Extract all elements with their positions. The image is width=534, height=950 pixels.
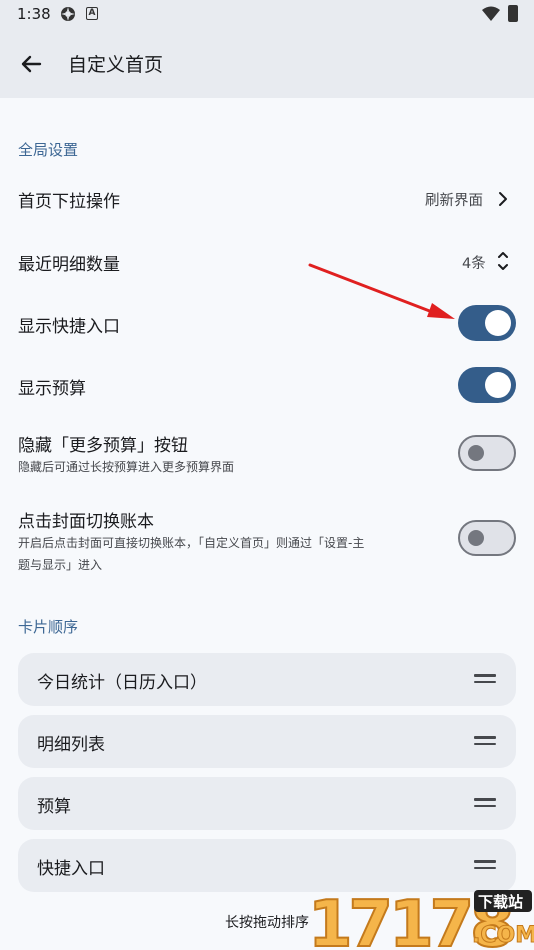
- cover-switch-label: 点击封面切换账本: [18, 512, 154, 532]
- cover-switch-toggle[interactable]: [458, 520, 516, 556]
- svg-text:下载站: 下载站: [478, 893, 523, 911]
- status-time: 1:38: [17, 5, 51, 23]
- cover-switch-sub-2: 题与显示」进入: [18, 558, 103, 572]
- card-label: 今日统计（日历入口）: [37, 673, 207, 693]
- toggle-knob: [485, 310, 511, 336]
- card-budget[interactable]: 预算: [18, 777, 516, 830]
- app-a-icon: A: [86, 7, 98, 20]
- cover-switch-sub-1: 开启后点击封面可直接切换账本，「自定义首页」则通过「设置-主: [18, 536, 365, 550]
- toggle-knob: [468, 445, 484, 461]
- chevron-right-icon: [499, 192, 507, 206]
- pull-down-value: 刷新界面: [425, 193, 483, 209]
- hide-more-budget-sub: 隐藏后可通过长按预算进入更多预算界面: [18, 460, 235, 474]
- hide-more-budget-toggle[interactable]: [458, 435, 516, 471]
- drag-handle-icon[interactable]: [474, 736, 496, 746]
- recent-count-label: 最近明细数量: [18, 255, 120, 275]
- drag-handle-icon[interactable]: [474, 798, 496, 808]
- hide-more-budget-label: 隐藏「更多预算」按钮: [18, 436, 188, 456]
- show-shortcut-toggle[interactable]: [458, 305, 516, 341]
- drag-handle-icon[interactable]: [474, 674, 496, 684]
- wifi-icon: [482, 6, 500, 21]
- arrow-left-icon[interactable]: [14, 47, 48, 81]
- section-header-global: 全局设置: [18, 141, 79, 159]
- show-budget-label: 显示预算: [18, 379, 86, 399]
- section-header-card-order: 卡片顺序: [18, 618, 79, 636]
- show-budget-toggle[interactable]: [458, 367, 516, 403]
- annotation-arrow-icon: [308, 263, 455, 319]
- card-label: 明细列表: [37, 735, 105, 755]
- battery-icon: [508, 5, 518, 22]
- card-label: 预算: [37, 797, 71, 817]
- drag-handle-icon[interactable]: [474, 860, 496, 870]
- recent-count-value: 4条: [462, 256, 486, 272]
- app-bar: 自定义首页: [0, 28, 534, 98]
- card-label: 快捷入口: [37, 859, 105, 879]
- chevron-updown-icon: [498, 252, 508, 270]
- toggle-knob: [468, 530, 484, 546]
- toggle-knob: [485, 372, 511, 398]
- show-shortcut-label: 显示快捷入口: [18, 317, 120, 337]
- settings-gear-icon: [61, 7, 75, 21]
- status-bar: 1:38 A: [0, 0, 534, 28]
- page-title: 自定义首页: [68, 54, 164, 76]
- svg-text:.COM: .COM: [472, 923, 534, 948]
- watermark-logo: 17178 下载站 .COM: [307, 887, 534, 950]
- pull-down-label: 首页下拉操作: [18, 192, 120, 212]
- card-detail-list[interactable]: 明细列表: [18, 715, 516, 768]
- card-today-stats[interactable]: 今日统计（日历入口）: [18, 653, 516, 706]
